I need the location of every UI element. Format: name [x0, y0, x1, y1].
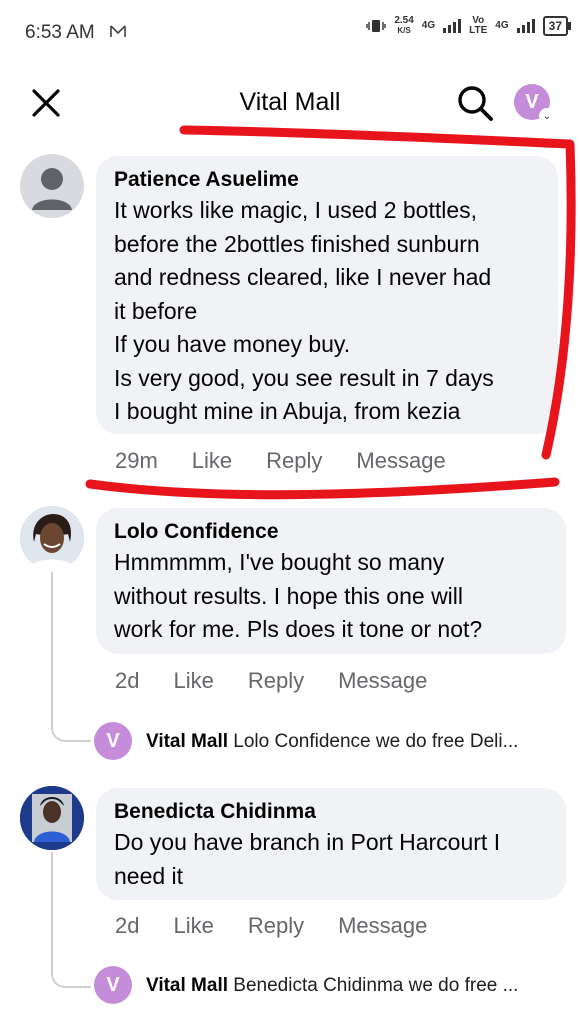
- message-button[interactable]: Message: [356, 448, 445, 474]
- comment-text-line: I bought mine in Abuja, from kezia: [114, 398, 461, 424]
- profile-photo: [20, 786, 84, 850]
- comment-text-line: without results. I hope this one will: [114, 582, 464, 609]
- comment-text-line: need it: [114, 862, 184, 889]
- vibrate-icon: [366, 20, 387, 32]
- avatar[interactable]: [20, 154, 84, 218]
- comment-text-line: work for me. Pls does it tone or not?: [114, 616, 483, 642]
- message-button[interactable]: Message: [338, 913, 427, 939]
- comment-text-line: before the 2bottles finished sunburn: [114, 230, 480, 257]
- reply-text: Lolo Confidence we do free Deli...: [233, 731, 519, 752]
- comment-timestamp: 2d: [115, 668, 140, 693]
- like-button[interactable]: Like: [173, 913, 213, 939]
- comment-text-line: and redness cleared, like I never had: [114, 264, 492, 290]
- comment-text-line: If you have money buy.: [114, 331, 351, 357]
- avatar[interactable]: [20, 506, 84, 570]
- profile-avatar-initial: V: [525, 90, 539, 113]
- comment-text-line: Hmmmmm, I've bought so many: [114, 549, 445, 575]
- like-button[interactable]: Like: [192, 448, 232, 474]
- reply-text: Benedicta Chidinma we do free ...: [233, 975, 519, 996]
- message-button[interactable]: Message: [338, 668, 427, 694]
- signal-bars-2-icon: [516, 19, 535, 33]
- thread-connector: [51, 852, 91, 988]
- reply-preview[interactable]: Vital Mall Benedicta Chidinma we do free…: [146, 975, 518, 997]
- status-bar: 6:53 AM 2.54 K/S 4G Vo LTE 4G 37: [0, 0, 580, 62]
- volte-bottom: LTE: [469, 25, 488, 36]
- comment-author[interactable]: Patience Asuelime: [114, 166, 540, 194]
- reply-button[interactable]: Reply: [248, 913, 304, 939]
- comment-text-line: Is very good, you see result in 7 days: [114, 364, 494, 391]
- status-icons: 2.54 K/S 4G Vo LTE 4G 37: [366, 16, 572, 36]
- reply-avatar-initial: V: [106, 729, 120, 752]
- reply-avatar[interactable]: V: [94, 966, 132, 1004]
- battery-icon: 37: [542, 16, 572, 36]
- reply-button[interactable]: Reply: [266, 448, 322, 474]
- mail-icon: [110, 25, 126, 37]
- comment-actions: 2d Like Reply Message: [115, 668, 461, 694]
- comment-bubble: Lolo Confidence Hmmmmm, I've bought so m…: [96, 508, 566, 654]
- thread-connector: [51, 572, 91, 742]
- comment-timestamp: 29m: [115, 448, 158, 473]
- search-icon[interactable]: [455, 83, 495, 123]
- reply-preview[interactable]: Vital Mall Lolo Confidence we do free De…: [146, 731, 518, 753]
- status-time: 6:53 AM: [25, 22, 95, 43]
- header: Vital Mall V ⌄: [0, 62, 580, 142]
- comment-text-line: it before: [114, 297, 198, 324]
- volte-indicator: Vo LTE: [469, 16, 487, 36]
- reply-author: Vital Mall: [146, 731, 229, 752]
- profile-photo: [20, 506, 84, 570]
- reply-button[interactable]: Reply: [248, 668, 304, 694]
- default-avatar-icon: [32, 168, 72, 210]
- signal-bars-1-icon: [443, 19, 462, 33]
- comment-text-line: It works like magic, I used 2 bottles,: [114, 197, 478, 223]
- speed-unit: K/S: [397, 26, 411, 35]
- reply-avatar[interactable]: V: [94, 722, 132, 760]
- comment-author[interactable]: Benedicta Chidinma: [114, 798, 548, 826]
- network-speed: 2.54 K/S: [394, 16, 413, 36]
- like-button[interactable]: Like: [173, 668, 213, 694]
- reply-author: Vital Mall: [146, 975, 229, 996]
- network-type-2: 4G: [495, 20, 509, 31]
- comment-actions: 2d Like Reply Message: [115, 913, 461, 939]
- comment-bubble: Patience Asuelime It works like magic, I…: [96, 156, 558, 434]
- comment-bubble: Benedicta Chidinma Do you have branch in…: [96, 788, 566, 900]
- comment-timestamp: 2d: [115, 913, 140, 938]
- speed-value: 2.54: [394, 15, 414, 26]
- network-type-1: 4G: [421, 20, 436, 31]
- comment-author[interactable]: Lolo Confidence: [114, 518, 548, 546]
- comment-text-line: Do you have branch in Port Harcourt I: [114, 829, 501, 855]
- comment-actions: 29m Like Reply Message: [115, 448, 480, 474]
- avatar[interactable]: [20, 786, 84, 850]
- reply-avatar-initial: V: [106, 973, 120, 996]
- chevron-down-icon[interactable]: ⌄: [539, 108, 555, 124]
